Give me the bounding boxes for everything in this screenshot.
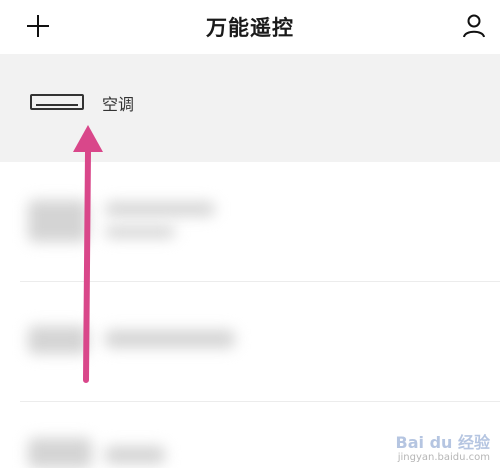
watermark: Bai du 经验 jingyan.baidu.com bbox=[396, 434, 490, 463]
list-item[interactable] bbox=[0, 162, 500, 282]
header: 万能遥控 bbox=[0, 0, 500, 54]
user-icon[interactable] bbox=[460, 12, 488, 40]
device-item-air-conditioner[interactable]: 空调 bbox=[0, 54, 500, 162]
page-title: 万能遥控 bbox=[206, 16, 294, 40]
watermark-brand: Bai du 经验 bbox=[395, 433, 490, 453]
air-conditioner-icon bbox=[30, 94, 84, 110]
list-item[interactable] bbox=[0, 282, 500, 402]
device-label: 空调 bbox=[102, 95, 135, 114]
watermark-url: jingyan.baidu.com bbox=[397, 452, 490, 463]
